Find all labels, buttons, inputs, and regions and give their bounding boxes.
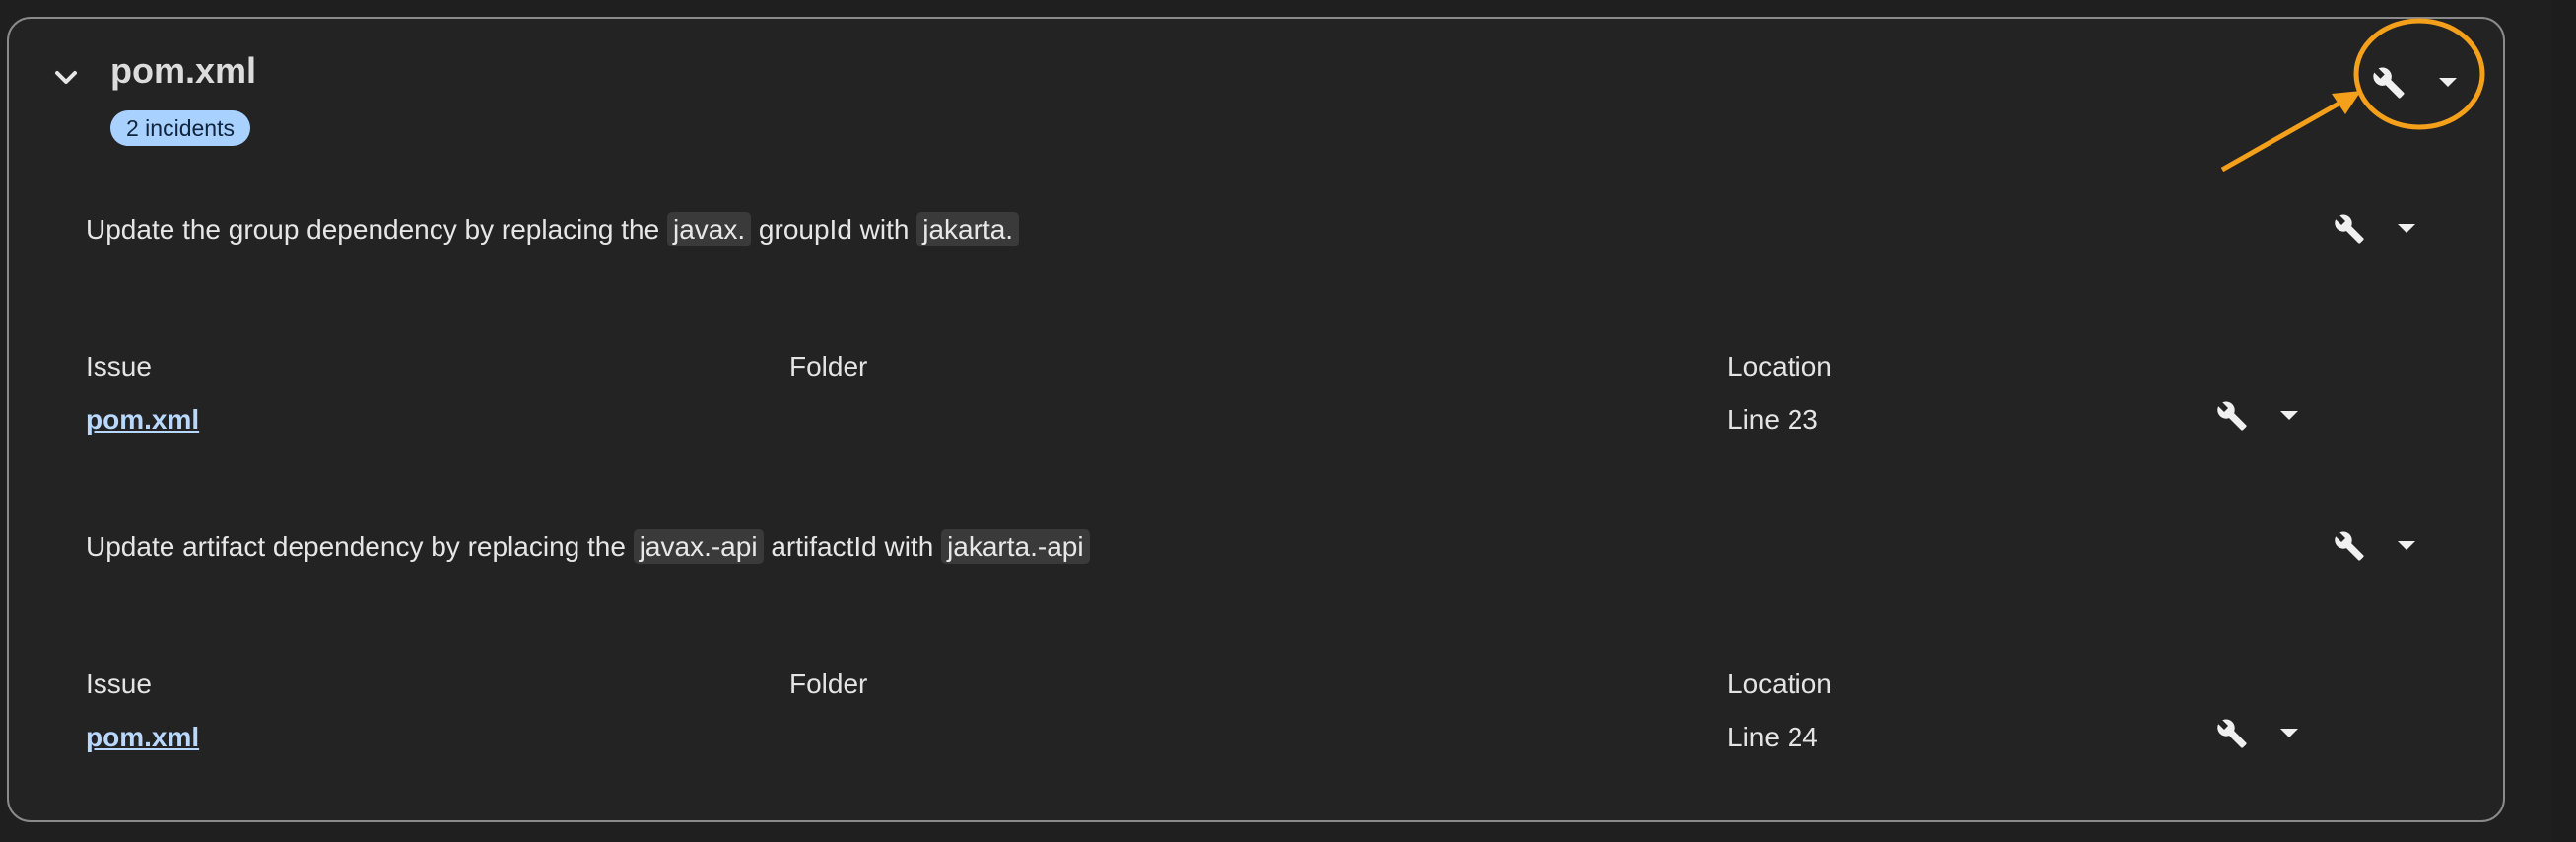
caret-down-icon — [2398, 224, 2415, 233]
issue-location: Line 23 — [1728, 404, 1818, 435]
issue-location: Line 24 — [1728, 722, 1818, 752]
wrench-icon — [2335, 531, 2364, 561]
caret-down-icon — [2280, 729, 2298, 737]
wrench-icon — [2335, 214, 2364, 244]
caret-down-icon — [2280, 411, 2298, 420]
inline-code: jakarta. — [916, 212, 1020, 246]
rule-message-text: groupId with — [751, 214, 917, 245]
inline-code: javax.-api — [633, 529, 764, 564]
inline-code: jakarta.-api — [941, 529, 1090, 564]
caret-down-icon — [2398, 541, 2415, 550]
rule-message-text: Update the group dependency by replacing… — [86, 214, 667, 245]
rule-message-text: artifactId with — [763, 531, 942, 562]
column-header-location: Location — [1728, 351, 1832, 382]
chevron-down-icon — [55, 71, 77, 84]
column-header-location: Location — [1728, 668, 1832, 699]
wrench-icon — [2217, 401, 2247, 431]
issue-file-link[interactable]: pom.xml — [86, 404, 199, 436]
rule-message-2: Update artifact dependency by replacing … — [86, 529, 1090, 564]
incidents-badge: 2 incidents — [110, 110, 250, 146]
wrench-icon — [2373, 67, 2405, 99]
caret-down-icon — [2439, 78, 2457, 87]
rule-menu-button-2[interactable] — [2392, 531, 2421, 561]
column-header-folder: Folder — [789, 351, 868, 382]
incident-menu-button-2[interactable] — [2274, 719, 2304, 748]
rule-fix-button-1[interactable] — [2330, 209, 2369, 248]
rule-fix-button-2[interactable] — [2330, 526, 2369, 566]
rule-message-1: Update the group dependency by replacing… — [86, 212, 1020, 246]
incident-menu-button-1[interactable] — [2274, 401, 2304, 431]
wrench-icon — [2217, 719, 2247, 748]
inline-code: javax. — [666, 212, 752, 246]
column-header-folder: Folder — [789, 668, 868, 699]
incident-fix-button-1[interactable] — [2212, 396, 2252, 436]
column-header-issue: Issue — [86, 668, 152, 699]
file-menu-button[interactable] — [2433, 68, 2463, 98]
issue-file-link[interactable]: pom.xml — [86, 722, 199, 753]
file-fix-button[interactable] — [2369, 63, 2408, 103]
window-edge — [2552, 0, 2576, 842]
file-title: pom.xml — [110, 50, 257, 91]
rule-menu-button-1[interactable] — [2392, 214, 2421, 244]
file-incidents-card: pom.xml 2 incidents Update the group dep… — [7, 17, 2505, 822]
incident-fix-button-2[interactable] — [2212, 714, 2252, 753]
rule-message-text: Update artifact dependency by replacing … — [86, 531, 634, 562]
collapse-button[interactable] — [46, 58, 86, 98]
column-header-issue: Issue — [86, 351, 152, 382]
